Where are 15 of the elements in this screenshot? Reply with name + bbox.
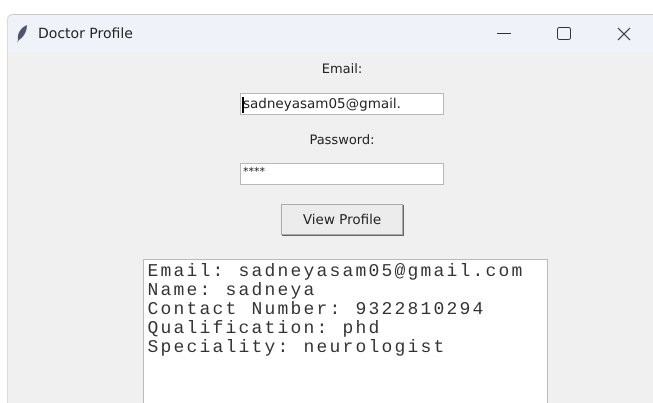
password-field[interactable]: **** [240,163,444,185]
password-label: Password: [309,133,375,148]
profile-line: Email: sadneyasam05@gmail.com [148,263,526,282]
minimize-icon [497,32,511,34]
close-icon [617,26,631,40]
profile-line: Contact Number: 9322810294 [148,301,487,320]
window-title: Doctor Profile [38,26,134,42]
profile-line: Name: sadneya [148,282,318,301]
feather-icon [16,24,28,42]
email-field[interactable]: sadneyasam05@gmail. [240,93,444,115]
maximize-icon [557,26,571,40]
email-label: Email: [322,62,362,77]
view-profile-button[interactable]: View Profile [281,204,403,235]
profile-line: Speciality: neurologist [148,339,448,358]
profile-line: Qualification: phd [148,320,383,339]
